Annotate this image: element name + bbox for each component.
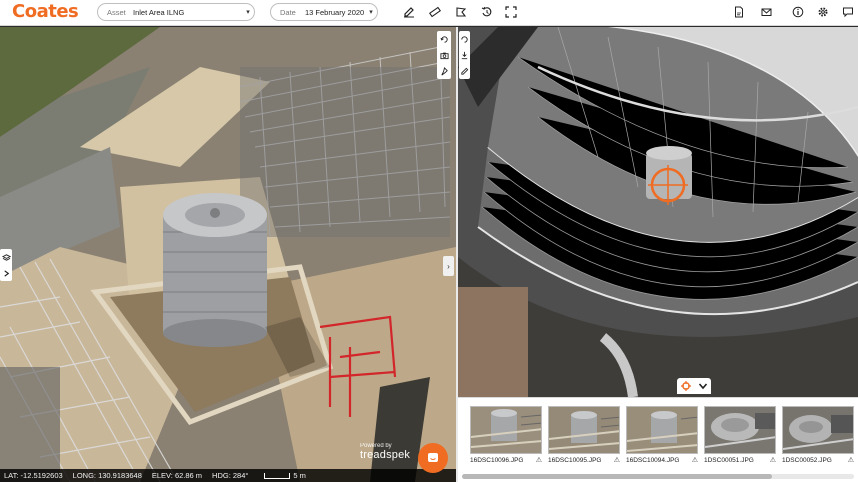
thumbnail-scrollbar[interactable] — [462, 474, 854, 479]
rotate-icon[interactable] — [437, 31, 451, 47]
photo-target-control — [677, 378, 711, 394]
thumbnail-filename: 1DSC00051.JPG — [704, 456, 754, 464]
warning-icon: ⚠ — [847, 457, 854, 464]
fullscreen-icon[interactable] — [504, 5, 518, 19]
chevron-down-icon: ▾ — [246, 9, 250, 16]
asset-select-label: Asset — [107, 7, 126, 17]
warning-icon: ⚠ — [691, 457, 698, 464]
latitude-readout: LAT: -12.5192603 — [4, 471, 63, 480]
thumbnail-filename: 1DSC00052.JPG — [782, 456, 832, 464]
top-toolbar: Coates Asset Inlet Area ILNG ▾ Date 13 F… — [0, 0, 858, 26]
scale-bar-line — [264, 472, 291, 479]
thumbnail-image — [470, 406, 542, 454]
coordinate-status-bar: LAT: -12.5192603 LONG: 130.9183648 ELEV:… — [0, 469, 456, 482]
warning-icon: ⚠ — [535, 457, 542, 464]
thumbnail-filename: 16DSC10096.JPG — [470, 456, 524, 464]
scale-bar-label: 5 m — [293, 471, 306, 480]
model-left-controls — [0, 249, 12, 281]
chevron-down-icon[interactable] — [698, 381, 708, 391]
settings-icon[interactable] — [816, 5, 830, 19]
asset-select[interactable]: Asset Inlet Area ILNG ▾ — [97, 3, 255, 21]
powered-by-badge: Powered by treadspek — [360, 443, 410, 461]
pdf-icon[interactable] — [732, 5, 746, 19]
date-select[interactable]: Date 13 February 2020 ▾ — [270, 3, 378, 21]
warning-icon: ⚠ — [769, 457, 776, 464]
treadspek-logo: treadspek — [360, 449, 411, 461]
rotate-photo-icon[interactable] — [459, 31, 470, 47]
edit-icon[interactable] — [402, 5, 416, 19]
thumbnail-image — [548, 406, 620, 454]
date-select-value: 13 February 2020 — [305, 7, 365, 17]
email-icon[interactable] — [760, 5, 774, 19]
3d-model-viewport[interactable] — [0, 27, 456, 482]
pin-icon[interactable] — [437, 63, 451, 79]
info-icon[interactable] — [791, 5, 805, 19]
expand-panel-icon[interactable] — [0, 265, 12, 281]
aerial-plant-image — [0, 27, 456, 482]
chevron-right-icon: › — [447, 261, 450, 271]
history-icon[interactable] — [480, 5, 494, 19]
photo-thumbnail[interactable]: 1DSC00051.JPG ⚠ — [704, 406, 776, 464]
inspection-photo — [458, 27, 858, 397]
annotate-photo-icon[interactable] — [459, 63, 470, 79]
chat-bubble-icon — [428, 453, 438, 462]
thumbnail-image — [704, 406, 776, 454]
elevation-readout: ELEV: 62.86 m — [151, 471, 203, 480]
measure-ruler-icon[interactable] — [428, 5, 442, 19]
thumbnail-filename: 16DSC10094.JPG — [626, 456, 680, 464]
asset-select-value: Inlet Area ILNG — [133, 7, 185, 17]
download-photo-icon[interactable] — [459, 47, 470, 63]
photo-thumbnail[interactable]: 16DSC10095.JPG ⚠ — [548, 406, 620, 464]
photo-viewport[interactable] — [458, 27, 858, 397]
photo-thumbnail-strip: 16DSC10096.JPG ⚠ 16DSC10095.JPG ⚠ 16DSC100… — [458, 397, 858, 482]
photo-thumbnail[interactable]: 16DSC10096.JPG ⚠ — [470, 406, 542, 464]
model-side-controls — [437, 31, 451, 79]
chevron-down-icon: ▾ — [369, 9, 373, 16]
scale-bar: 5 m — [264, 471, 306, 480]
photo-side-controls — [459, 31, 470, 79]
thumbnail-filename: 16DSC10095.JPG — [548, 456, 602, 464]
warning-icon: ⚠ — [613, 457, 620, 464]
photo-thumbnail[interactable]: 1DSC00052.JPG ⚠ — [782, 406, 854, 464]
powered-by-label: Powered by — [360, 443, 392, 449]
brand-logo[interactable]: Coates — [12, 1, 79, 22]
thumbnail-image — [626, 406, 698, 454]
longitude-readout: LONG: 130.9183648 — [72, 471, 142, 480]
photo-thumbnail[interactable]: 16DSC10094.JPG ⚠ — [626, 406, 698, 464]
chat-icon[interactable] — [841, 5, 855, 19]
date-select-label: Date — [280, 7, 296, 17]
thumbnail-image — [782, 406, 854, 454]
layers-icon[interactable] — [0, 249, 12, 265]
scrollbar-thumb[interactable] — [462, 474, 772, 479]
support-chat-button[interactable] — [418, 443, 448, 473]
heading-readout: HDG: 284° — [212, 471, 249, 480]
camera-icon[interactable] — [437, 47, 451, 63]
polygon-icon[interactable] — [454, 5, 468, 19]
collapse-right-panel-button[interactable]: › — [443, 256, 454, 276]
crosshair-icon[interactable] — [680, 381, 691, 391]
